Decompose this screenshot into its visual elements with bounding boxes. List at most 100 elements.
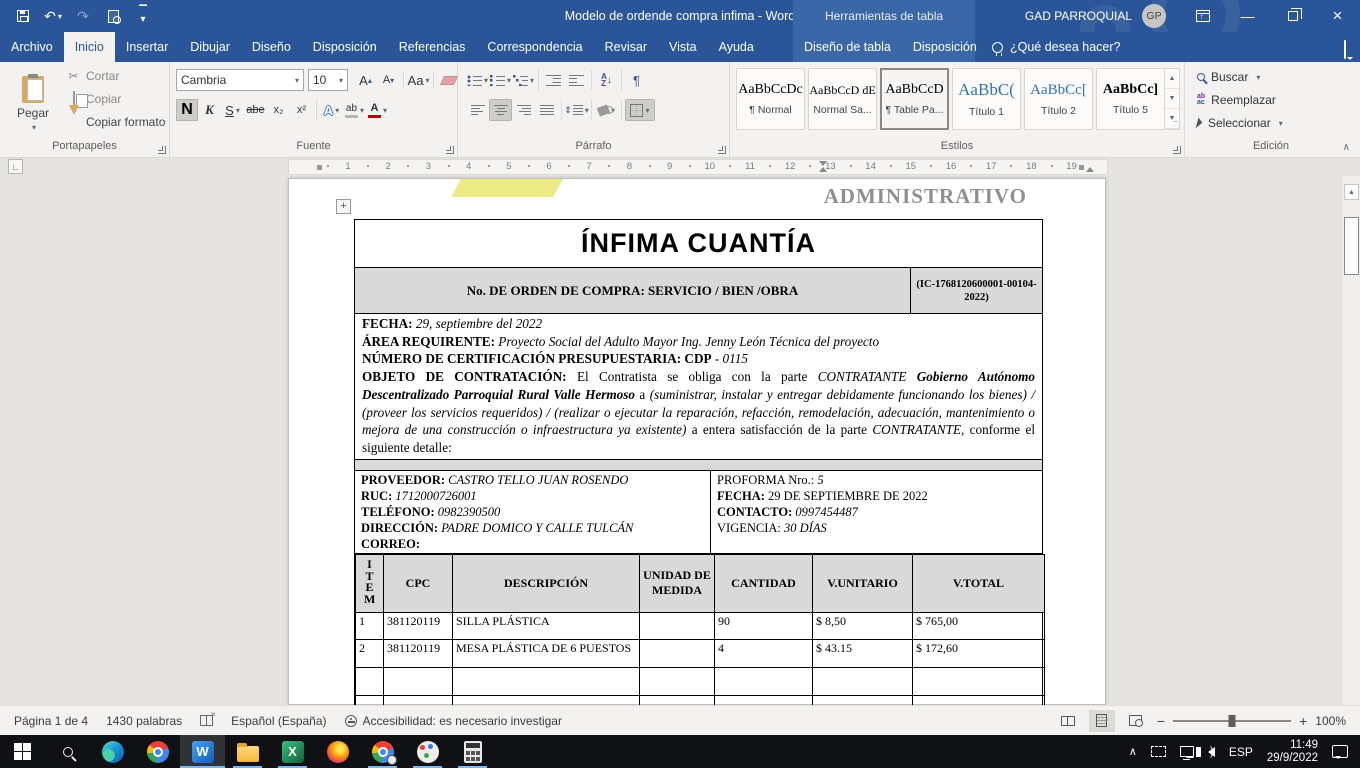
taskbar-search-button[interactable] <box>45 735 90 768</box>
collapse-ribbon-button[interactable]: ∧ <box>1343 142 1350 153</box>
taskbar-calculator-button[interactable] <box>450 735 495 768</box>
tab-revisar[interactable]: Revisar <box>594 32 658 62</box>
scrollbar-thumb[interactable] <box>1344 217 1359 275</box>
close-button[interactable]: × <box>1315 0 1360 32</box>
font-size-combo[interactable]: 10▾ <box>308 69 348 91</box>
restore-button[interactable] <box>1270 0 1315 32</box>
tab-insertar[interactable]: Insertar <box>115 32 179 62</box>
tab-disposicion[interactable]: Disposición <box>302 32 388 62</box>
ruler-right-indent-marker[interactable] <box>1086 167 1094 172</box>
shading-button[interactable]: ▾ <box>595 99 618 121</box>
redo-button[interactable]: ↷ <box>70 3 96 29</box>
font-name-combo[interactable]: Cambria▾ <box>176 69 304 91</box>
align-center-button[interactable] <box>489 99 512 121</box>
sort-button[interactable]: AZ↓ <box>595 69 618 91</box>
taskbar-word-button[interactable]: W <box>180 735 225 768</box>
tab-referencias[interactable]: Referencias <box>388 32 477 62</box>
tab-ayuda[interactable]: Ayuda <box>708 32 765 62</box>
taskbar-explorer-button[interactable] <box>225 735 270 768</box>
avatar[interactable]: GP <box>1142 4 1166 28</box>
table-move-handle[interactable]: + <box>336 199 351 214</box>
show-paragraph-marks-button[interactable]: ¶ <box>625 69 648 91</box>
taskbar-chrome-profile-button[interactable] <box>360 735 405 768</box>
word-count[interactable]: 1430 palabras <box>106 714 182 728</box>
text-effects-button[interactable]: A▾ <box>320 99 343 121</box>
zoom-slider-handle[interactable] <box>1229 715 1236 727</box>
tab-correspondencia[interactable]: Correspondencia <box>476 32 593 62</box>
action-center-icon[interactable] <box>1332 745 1348 758</box>
styles-dialog-launcher[interactable] <box>1173 146 1181 154</box>
tab-vista[interactable]: Vista <box>658 32 708 62</box>
borders-button[interactable]: ▾ <box>625 99 655 121</box>
tab-diseno-de-tabla[interactable]: Diseño de tabla <box>793 32 902 62</box>
format-painter-button[interactable]: Copiar formato <box>66 112 165 132</box>
bullets-button[interactable]: ▾ <box>466 69 489 91</box>
shrink-font-button[interactable]: A▾ <box>377 69 400 91</box>
paste-button[interactable]: Pegar ▾ <box>8 68 58 140</box>
zoom-in-button[interactable]: + <box>1299 713 1307 729</box>
select-button[interactable]: Seleccionar▾ <box>1197 113 1283 133</box>
taskbar-edge-button[interactable] <box>90 735 135 768</box>
customize-qat-button[interactable]: ▔▾ <box>130 3 156 29</box>
document-page[interactable]: ADMINISTRATIVO + ÍNFIMA CUANTÍA No. DE O… <box>288 178 1106 705</box>
style-titulo-2[interactable]: AaBbCc[Título 2 <box>1024 68 1093 130</box>
align-right-button[interactable] <box>512 99 535 121</box>
tab-archivo[interactable]: Archivo <box>0 32 64 62</box>
justify-button[interactable] <box>535 99 558 121</box>
zoom-level[interactable]: 100% <box>1315 714 1346 728</box>
taskbar-paint-button[interactable] <box>405 735 450 768</box>
undo-button[interactable]: ↶▾ <box>40 3 66 29</box>
style-normal[interactable]: AaBbCcDc¶ Normal <box>736 68 805 130</box>
keyboard-language[interactable]: ESP <box>1229 745 1253 759</box>
italic-button[interactable]: K <box>198 99 221 121</box>
account-name[interactable]: GAD PARROQUIAL <box>1025 9 1132 23</box>
clipboard-dialog-launcher[interactable] <box>158 146 166 154</box>
strikethrough-button[interactable]: abe <box>244 99 267 121</box>
connect-display-icon[interactable] <box>1151 746 1166 757</box>
clock[interactable]: 11:4929/9/2022 <box>1267 739 1318 765</box>
zoom-out-button[interactable]: − <box>1157 713 1165 729</box>
find-button[interactable]: Buscar▾ <box>1197 67 1260 87</box>
change-case-button[interactable]: Aa▾ <box>407 69 430 91</box>
web-layout-button[interactable] <box>1123 710 1149 732</box>
network-icon[interactable] <box>1180 746 1194 757</box>
print-layout-button[interactable] <box>1089 710 1115 732</box>
tell-me-box[interactable]: ¿Qué desea hacer? <box>992 32 1121 62</box>
feedback-button[interactable] <box>1344 41 1346 59</box>
read-mode-button[interactable] <box>1055 710 1081 732</box>
cut-button[interactable]: ✂Cortar <box>66 66 119 86</box>
styles-scroll-down-button[interactable]: ▼ <box>1165 89 1179 109</box>
start-button[interactable] <box>0 735 45 768</box>
page-indicator[interactable]: Página 1 de 4 <box>14 714 88 728</box>
zoom-slider[interactable]: − + <box>1157 713 1307 729</box>
tab-dibujar[interactable]: Dibujar <box>179 32 241 62</box>
grow-font-button[interactable]: A▴ <box>354 69 377 91</box>
highlight-button[interactable]: ab▾ <box>343 99 366 121</box>
save-button[interactable] <box>10 3 36 29</box>
minimize-button[interactable]: — <box>1225 0 1270 32</box>
line-spacing-button[interactable]: ⇕▾ <box>565 99 588 121</box>
underline-button[interactable]: S▾ <box>221 99 244 121</box>
styles-scroll-up-button[interactable]: ▲ <box>1165 69 1179 89</box>
accessibility-status[interactable]: Accesibilidad: es necesario investigar <box>345 714 562 728</box>
tray-expand-chevron[interactable]: ∧ <box>1129 745 1137 758</box>
ribbon-display-options-button[interactable] <box>1180 0 1225 32</box>
proofing-status[interactable] <box>200 715 213 726</box>
style-titulo-5[interactable]: AaBbCc]Título 5 <box>1096 68 1165 130</box>
multilevel-list-button[interactable]: ▾ <box>512 69 535 91</box>
increase-indent-button[interactable] <box>565 69 588 91</box>
replace-button[interactable]: abacReemplazar <box>1197 90 1276 110</box>
zoom-slider-track[interactable] <box>1173 720 1291 722</box>
ruler-strip[interactable]: 12345678910111213141516171819 <box>288 159 1108 175</box>
taskbar-chrome-button[interactable] <box>135 735 180 768</box>
paragraph-dialog-launcher[interactable] <box>718 146 726 154</box>
ruler-table-marker-right[interactable] <box>1079 165 1084 170</box>
decrease-indent-button[interactable] <box>542 69 565 91</box>
style-titulo-1[interactable]: AaBbC(Título 1 <box>952 68 1021 130</box>
taskbar-excel-button[interactable]: X <box>270 735 315 768</box>
bold-button[interactable]: N <box>176 99 198 121</box>
tab-inicio[interactable]: Inicio <box>64 32 115 62</box>
tab-disposicion-tabla[interactable]: Disposición <box>902 32 988 62</box>
subscript-button[interactable]: x₂ <box>267 99 290 121</box>
style-table-paragraph[interactable]: AaBbCcD¶ Table Pa... <box>880 68 949 130</box>
